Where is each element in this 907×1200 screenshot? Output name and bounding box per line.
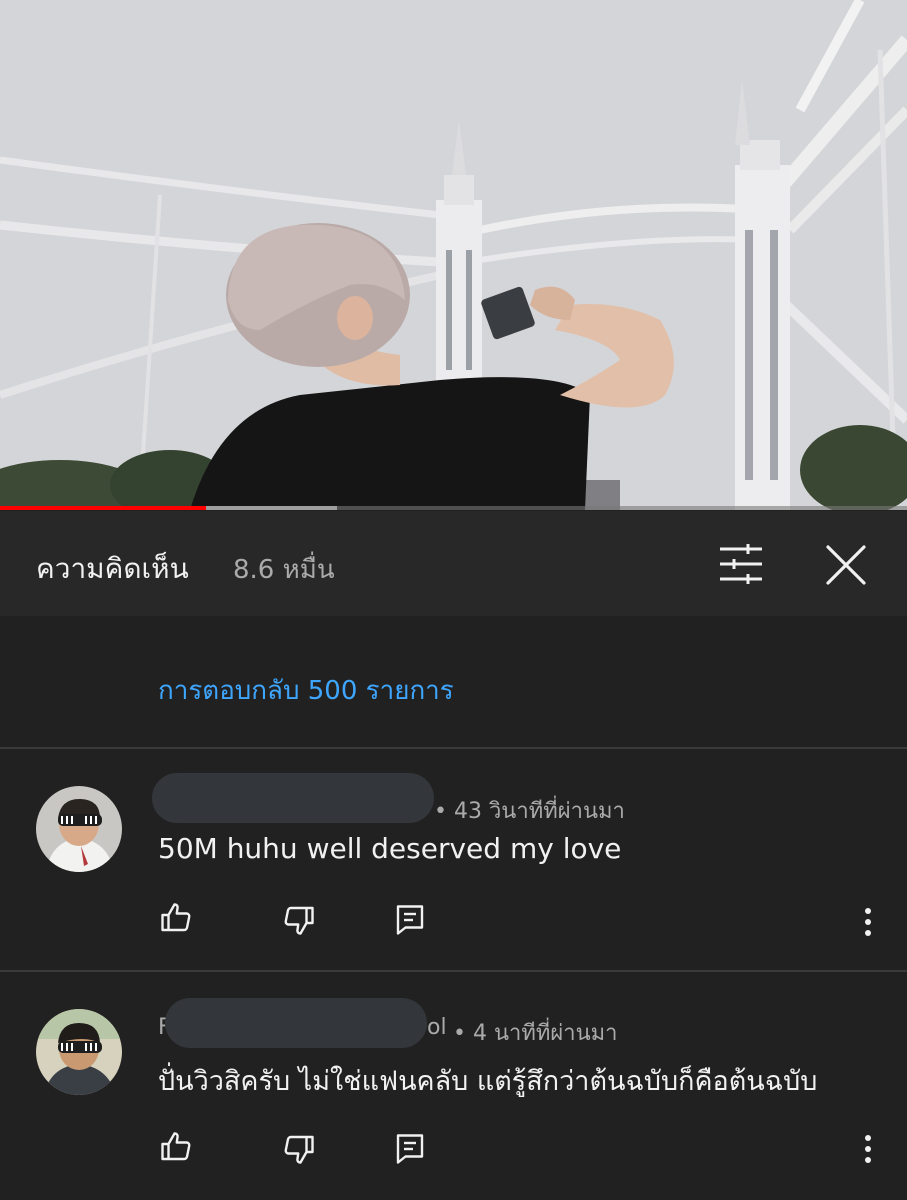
divider: [0, 747, 907, 749]
avatar-image: [36, 786, 122, 872]
progress-played: [0, 506, 206, 510]
video-frame: [0, 0, 907, 510]
view-replies-link[interactable]: การตอบกลับ 500 รายการ: [158, 670, 454, 711]
comments-title: ความคิดเห็น: [36, 552, 189, 585]
reply-button[interactable]: [392, 1131, 428, 1167]
username-suffix: ol: [427, 1015, 447, 1040]
comment-timestamp: • 4 นาทีที่ผ่านมา: [453, 1021, 618, 1046]
reply-icon: [396, 1134, 424, 1164]
divider: [0, 970, 907, 972]
dislike-button[interactable]: [281, 1131, 317, 1167]
avatar[interactable]: [36, 1009, 122, 1095]
username-redacted[interactable]: [165, 998, 427, 1048]
sort-filter-button[interactable]: [718, 543, 764, 585]
thumb-up-icon: [161, 903, 191, 932]
comment-menu-button[interactable]: [856, 1131, 880, 1167]
like-button[interactable]: [158, 900, 194, 936]
more-vert-icon: [865, 1135, 871, 1163]
progress-bar[interactable]: [0, 506, 907, 510]
comments-count: 8.6 หมื่น: [233, 555, 335, 585]
comment-text: ปั่นวิวสิครับ ไม่ใช่แฟนคลับ แต่รู้สึกว่า…: [158, 1066, 818, 1097]
comment-text: 50M huhu well deserved my love: [158, 832, 622, 865]
close-comments-button[interactable]: [822, 541, 870, 589]
more-vert-icon: [865, 908, 871, 936]
close-icon: [826, 545, 866, 585]
thumb-down-icon: [284, 906, 314, 935]
comments-header: ความคิดเห็น 8.6 หมื่น: [0, 511, 907, 616]
comment-timestamp: • 43 วินาทีที่ผ่านมา: [434, 799, 625, 824]
video-player[interactable]: [0, 0, 907, 510]
comment-menu-button[interactable]: [856, 904, 880, 940]
reply-icon: [396, 905, 424, 935]
like-button[interactable]: [158, 1129, 194, 1165]
thumb-up-icon: [161, 1132, 191, 1161]
username-redacted[interactable]: [152, 773, 434, 823]
reply-button[interactable]: [392, 902, 428, 938]
dislike-button[interactable]: [281, 902, 317, 938]
avatar-image: [36, 1009, 122, 1095]
avatar[interactable]: [36, 786, 122, 872]
thumb-down-icon: [284, 1135, 314, 1164]
sliders-icon: [720, 544, 762, 584]
